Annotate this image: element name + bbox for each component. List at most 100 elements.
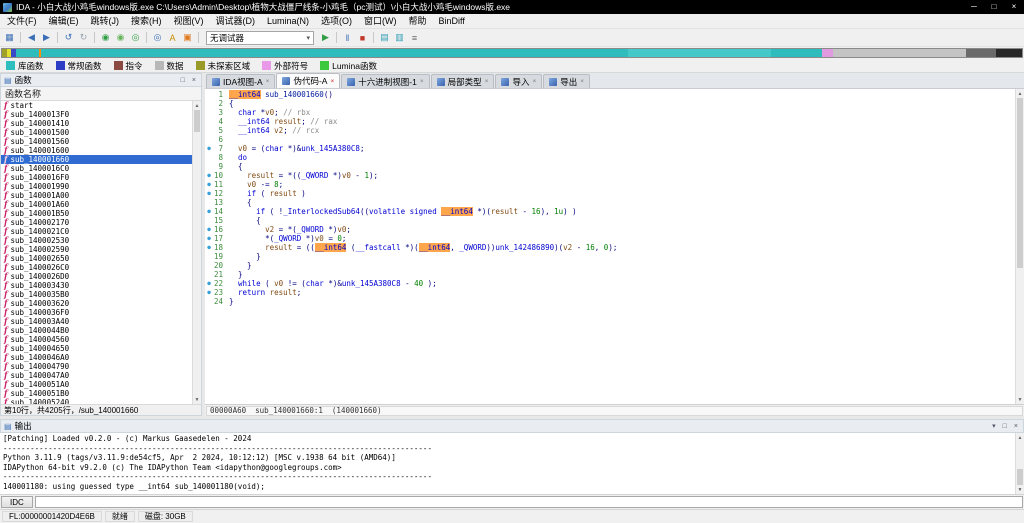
code-line[interactable]: ●14 if ( !_InterlockedSub64((volatile si… [205,207,1015,216]
menu-item[interactable]: Lumina(N) [261,14,315,29]
tab-close-icon[interactable]: × [485,78,489,85]
function-row[interactable]: fsub_1400036F0 [1,308,192,317]
function-row[interactable]: fsub_140001B50 [1,209,192,218]
tab-local-types[interactable]: 局部类型× [431,74,495,88]
lumina-push-icon[interactable]: ◉ [113,31,128,45]
tab-hex-view-1[interactable]: 十六进制视图-1× [341,74,429,88]
function-row[interactable]: fsub_1400051B0 [1,389,192,398]
function-row[interactable]: fsub_1400047A0 [1,371,192,380]
menu-item[interactable]: 视图(V) [168,14,210,29]
code-line[interactable]: 13 { [205,198,1015,207]
function-row[interactable]: fsub_1400046A0 [1,353,192,362]
scrollbar-thumb[interactable] [1017,98,1023,268]
function-row[interactable]: fsub_1400035B0 [1,290,192,299]
menu-item[interactable]: 编辑(E) [43,14,85,29]
code-line[interactable]: ●23 return result; [205,288,1015,297]
function-row[interactable]: fsub_140004560 [1,335,192,344]
function-row[interactable]: fsub_1400051A0 [1,380,192,389]
undo-icon[interactable]: ↺ [61,31,76,45]
code-line[interactable]: 4 __int64 result; // rax [205,117,1015,126]
code-line[interactable]: ●7 v0 = (char *)&unk_145A380C8; [205,144,1015,153]
code-line[interactable]: ●11 v0 -= 8; [205,180,1015,189]
output-panel-close-icon[interactable]: × [1012,423,1020,430]
function-row[interactable]: fsub_140002170 [1,218,192,227]
tab-pseudocode-a[interactable]: 伪代码-A× [276,73,340,88]
code-line[interactable]: 6 [205,135,1015,144]
function-row[interactable]: fsub_140005240 [1,398,192,404]
minimize-button[interactable]: ─ [964,0,984,14]
search-icon[interactable]: ◎ [150,31,165,45]
menu-item[interactable]: 帮助 [403,14,433,29]
command-input[interactable] [35,496,1023,508]
function-row[interactable]: fsub_1400026D0 [1,272,192,281]
function-row[interactable]: fsub_140003A40 [1,317,192,326]
function-row[interactable]: fsub_140004650 [1,344,192,353]
tab-exports[interactable]: 导出× [543,74,590,88]
code-line[interactable]: ●17 *(_QWORD *)v0 = 0; [205,234,1015,243]
lumina-metadata-icon[interactable]: ◎ [128,31,143,45]
options-icon[interactable]: ≡ [407,31,422,45]
function-row[interactable]: fsub_1400013F0 [1,110,192,119]
code-line[interactable]: 19 } [205,252,1015,261]
code-line[interactable]: 8 do [205,153,1015,162]
color-picker-icon[interactable]: ▣ [180,31,195,45]
function-row[interactable]: fsub_1400044B0 [1,326,192,335]
function-row[interactable]: fsub_140002650 [1,254,192,263]
function-row[interactable]: fsub_140002530 [1,236,192,245]
tab-close-icon[interactable]: × [580,78,584,85]
menu-item[interactable]: 文件(F) [1,14,43,29]
code-line[interactable]: 20 } [205,261,1015,270]
function-row[interactable]: fsub_140003620 [1,299,192,308]
redo-icon[interactable]: ↻ [76,31,91,45]
code-line[interactable]: 9 { [205,162,1015,171]
nav-forward-icon[interactable]: ▶ [39,31,54,45]
function-row[interactable]: fsub_1400016F0 [1,173,192,182]
scroll-down-icon[interactable]: ▼ [1016,395,1024,404]
code-line[interactable]: ●18 result = ((__int64 (__fastcall *)(__… [205,243,1015,252]
scripts-icon[interactable]: ▥ [392,31,407,45]
stop-debugger-icon[interactable]: ■ [355,31,370,45]
functions-scrollbar[interactable]: ▲ ▼ [192,101,201,404]
code-line[interactable]: 21 } [205,270,1015,279]
save-icon[interactable]: ▦ [2,31,17,45]
code-line[interactable]: 2{ [205,99,1015,108]
scroll-up-icon[interactable]: ▲ [193,101,201,110]
panel-float-icon[interactable]: □ [179,77,187,84]
code-line[interactable]: 5 __int64 v2; // rcx [205,126,1015,135]
function-row[interactable]: fsub_1400021C0 [1,227,192,236]
function-row[interactable]: fsub_140001410 [1,119,192,128]
code-line[interactable]: 24} [205,297,1015,306]
nav-back-icon[interactable]: ◀ [24,31,39,45]
navigation-band[interactable] [1,48,1023,58]
menu-item[interactable]: BinDiff [433,14,471,29]
output-panel-float-icon[interactable]: □ [1001,423,1009,430]
menu-item[interactable]: 跳转(J) [85,14,126,29]
code-line[interactable]: 3 char *v0; // rbx [205,108,1015,117]
tab-close-icon[interactable]: × [330,78,334,85]
output-panel-menu-icon[interactable]: ▾ [990,422,998,430]
pseudocode-scrollbar[interactable]: ▲ ▼ [1015,89,1024,404]
code-line[interactable]: ●10 result = *((_QWORD *)v0 - 1); [205,171,1015,180]
function-row[interactable]: fsub_140001A60 [1,200,192,209]
function-row[interactable]: fsub_1400016C0 [1,164,192,173]
code-line[interactable]: 1__int64 sub_140001660() [205,90,1015,99]
panel-close-icon[interactable]: × [190,77,198,84]
function-row[interactable]: fsub_140001660 [1,155,192,164]
start-debugger-icon[interactable]: ▶ [318,31,333,45]
function-row[interactable]: fsub_140001500 [1,128,192,137]
scroll-up-icon[interactable]: ▲ [1016,433,1024,442]
close-button[interactable]: × [1004,0,1024,14]
maximize-button[interactable]: □ [984,0,1004,14]
function-row[interactable]: fsub_140001A00 [1,191,192,200]
code-line[interactable]: ●16 v2 = *(_QWORD *)v0; [205,225,1015,234]
code-line[interactable]: 15 { [205,216,1015,225]
function-row[interactable]: fsub_140003430 [1,281,192,290]
scroll-up-icon[interactable]: ▲ [1016,89,1024,98]
function-row[interactable]: fsub_140002590 [1,245,192,254]
tab-close-icon[interactable]: × [420,78,424,85]
code-line[interactable]: ●22 while ( v0 != (char *)&unk_145A380C8… [205,279,1015,288]
tab-close-icon[interactable]: × [266,78,270,85]
scrollbar-thumb[interactable] [194,110,200,132]
pause-debugger-icon[interactable]: ‖ [340,31,355,45]
debugger-windows-icon[interactable]: ▤ [377,31,392,45]
